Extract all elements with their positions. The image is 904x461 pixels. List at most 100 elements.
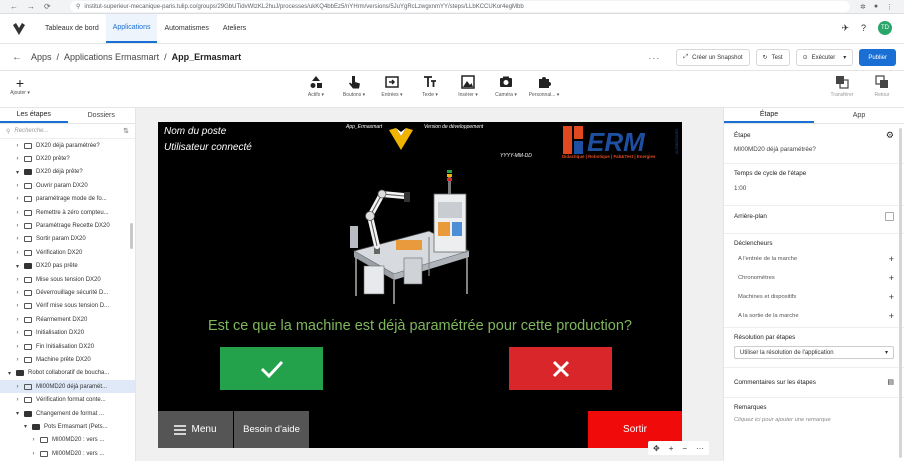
chevron-right-icon[interactable]: › — [14, 143, 21, 149]
help-icon[interactable]: ? — [861, 23, 866, 33]
tree-item[interactable]: › MI00MD20 : vers ... — [0, 434, 135, 447]
rocket-icon[interactable]: ✈ — [841, 23, 849, 34]
chevron-down-icon[interactable]: ▾ — [14, 169, 21, 176]
tree-item[interactable]: › Paramétrage Recette DX20 — [0, 219, 135, 232]
nav-tab-applications[interactable]: Applications — [105, 14, 158, 43]
background-checkbox[interactable] — [885, 212, 894, 221]
tree-item[interactable]: › Machine prête DX20 — [0, 353, 135, 366]
chevron-right-icon[interactable]: › — [14, 210, 21, 216]
back-arrow-icon[interactable]: ← — [12, 52, 22, 63]
tree-item[interactable]: › DX20 prête? — [0, 152, 135, 165]
chevron-down-icon[interactable]: ▾ — [14, 410, 21, 417]
tree-item[interactable]: › MI00MD20 : vers ... — [0, 447, 135, 460]
add-trigger-icon[interactable]: + — [889, 273, 894, 283]
nav-tab-ateliers[interactable]: Ateliers — [216, 14, 253, 43]
tulip-logo-icon[interactable] — [8, 18, 30, 40]
tree-item[interactable]: › Déverrouillage sécurité D... — [0, 286, 135, 299]
tree-item[interactable]: › Vérif mise sous tension D... — [0, 300, 135, 313]
add-trigger-icon[interactable]: + — [889, 254, 894, 264]
chevron-right-icon[interactable]: › — [14, 303, 21, 309]
send-back-button[interactable]: Retour — [868, 75, 896, 98]
tree-item[interactable]: ▾ DX20 déjà prête? — [0, 166, 135, 179]
camera-button[interactable]: Caméra ▾ — [492, 75, 520, 98]
chevron-right-icon[interactable]: › — [14, 156, 21, 162]
nav-tab-automatismes[interactable]: Automatismes — [157, 14, 215, 43]
tree-item[interactable]: › Mise sous tension DX20 — [0, 273, 135, 286]
trigger-row[interactable]: A l'entrée de la marche + — [734, 249, 894, 268]
chevron-right-icon[interactable]: › — [14, 250, 21, 256]
user-avatar[interactable]: TD — [878, 21, 892, 35]
menu-button[interactable]: Menu — [158, 411, 233, 448]
arrow-right-icon[interactable]: → — [27, 2, 35, 11]
breadcrumb-apps[interactable]: Apps — [31, 52, 52, 62]
test-button[interactable]: ↻ Test — [755, 49, 790, 66]
trigger-row[interactable]: Chronomètres + — [734, 268, 894, 287]
profile-icon[interactable]: ● — [874, 3, 878, 10]
help-button[interactable]: Besoin d'aide — [234, 411, 309, 448]
text-button[interactable]: Texte ▾ — [416, 75, 444, 98]
tab-step[interactable]: Étape — [724, 108, 814, 123]
tree-item[interactable]: › Vérification DX20 — [0, 246, 135, 259]
tree-item[interactable]: › Vérification format conte... — [0, 393, 135, 406]
chevron-right-icon[interactable]: › — [14, 277, 21, 283]
tab-steps[interactable]: Les étapes — [0, 108, 68, 123]
tree-item[interactable]: › Sortir param DX20 — [0, 233, 135, 246]
tree-item[interactable]: › Initialisation DX20 — [0, 326, 135, 339]
add-trigger-icon[interactable]: + — [889, 311, 894, 321]
comment-icon[interactable]: ▤ — [887, 378, 894, 386]
steps-search[interactable]: ⚲ Recherche... ⇅ — [0, 124, 135, 139]
tree-item[interactable]: ▾ Robot collaboratif de boucha... — [0, 367, 135, 380]
gear-icon[interactable]: ⚙ — [886, 130, 894, 141]
chevron-right-icon[interactable]: › — [14, 236, 21, 242]
extension-icon[interactable]: ✲ — [860, 3, 866, 11]
chevron-right-icon[interactable]: › — [14, 183, 21, 189]
step-name-field[interactable]: MI00MD20 déjà paramétrée? — [734, 146, 894, 153]
publish-button[interactable]: Publier — [859, 49, 896, 66]
properties-scrollbar[interactable] — [899, 128, 902, 458]
more-options-icon[interactable]: ··· — [648, 53, 660, 63]
chevron-down-icon[interactable]: ▾ — [843, 54, 846, 61]
tree-item[interactable]: ▾ Pots Ermasmart (Pets... — [0, 420, 135, 433]
no-button[interactable] — [509, 347, 612, 390]
zoom-in-button[interactable]: + — [669, 444, 674, 453]
tree-item[interactable]: › Ouvrir param DX20 — [0, 179, 135, 192]
chevron-right-icon[interactable]: › — [14, 357, 21, 363]
chevron-right-icon[interactable]: › — [14, 330, 21, 336]
breadcrumb-applications[interactable]: Applications Ermasmart — [64, 52, 159, 62]
tree-item[interactable]: ▾ Changement de format ... — [0, 407, 135, 420]
tree-item[interactable]: › DX20 déjà paramétrée? — [0, 139, 135, 152]
trigger-row[interactable]: Machines et dispositifs + — [734, 287, 894, 306]
tree-item[interactable]: › Fin Initialisation DX20 — [0, 340, 135, 353]
yes-button[interactable] — [220, 347, 323, 390]
zoom-out-button[interactable]: − — [682, 444, 687, 453]
search-input[interactable]: Recherche... — [14, 128, 48, 134]
chevron-right-icon[interactable]: › — [14, 317, 21, 323]
inputs-button[interactable]: Entrées ▾ — [378, 75, 406, 98]
reload-icon[interactable]: ⟳ — [44, 2, 51, 11]
arrow-left-icon[interactable]: ← — [10, 2, 18, 11]
add-trigger-icon[interactable]: + — [889, 292, 894, 302]
chevron-right-icon[interactable]: › — [14, 223, 21, 229]
bring-front-button[interactable]: Transférer — [828, 75, 856, 98]
tree-item[interactable]: › Remettre à zéro compteu... — [0, 206, 135, 219]
buttons-button[interactable]: Boutons ▾ — [340, 75, 368, 98]
custom-widgets-button[interactable]: Personnal... ▾ — [529, 75, 559, 98]
resolution-select[interactable]: Utiliser la résolution de l'application … — [734, 346, 894, 359]
chevron-right-icon[interactable]: › — [30, 451, 37, 457]
cycle-time-field[interactable]: 1:00 — [734, 185, 894, 192]
add-button[interactable]: + Ajouter ▾ — [8, 76, 32, 96]
zoom-more-button[interactable]: ··· — [696, 444, 704, 453]
tree-item[interactable]: ▾ DX20 pas prête — [0, 260, 135, 273]
chevron-down-icon[interactable]: ▾ — [6, 370, 13, 377]
chevron-right-icon[interactable]: › — [14, 397, 21, 403]
browser-menu-icon[interactable]: ⋮ — [886, 3, 893, 11]
assets-button[interactable]: Actifs ▾ — [302, 75, 330, 98]
sort-icon[interactable]: ⇅ — [123, 127, 129, 135]
tree-item[interactable]: › Réarmement DX20 — [0, 313, 135, 326]
create-snapshot-button[interactable]: ⤢ Créer un Snapshot — [676, 49, 750, 66]
chevron-right-icon[interactable]: › — [14, 290, 21, 296]
tab-app[interactable]: App — [814, 108, 904, 123]
chevron-right-icon[interactable]: › — [14, 196, 21, 202]
site-info-icon[interactable]: ⚲ — [76, 3, 80, 10]
tab-folders[interactable]: Dossiers — [68, 108, 136, 123]
